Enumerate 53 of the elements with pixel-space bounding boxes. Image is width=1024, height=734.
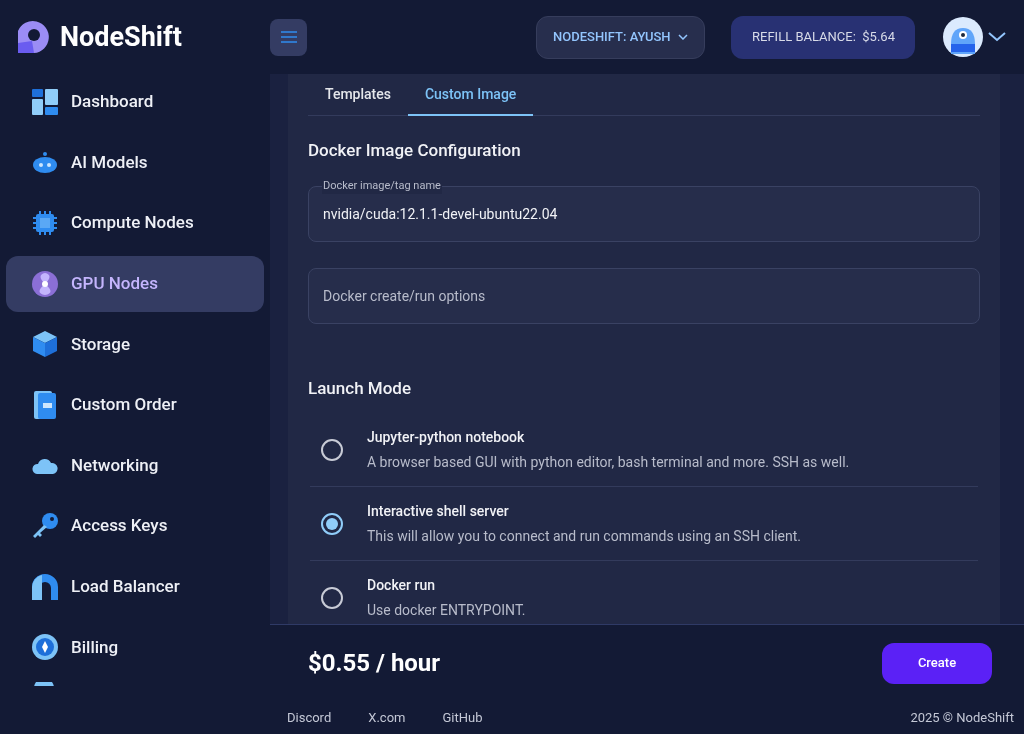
radio-option[interactable]: Docker run Use docker ENTRYPOINT. — [310, 561, 978, 624]
sidebar-item[interactable]: Access Keys — [6, 498, 264, 555]
option-title: Docker run — [367, 576, 436, 595]
sidebar-item[interactable]: Storage — [6, 316, 264, 373]
chevron-down-icon — [988, 32, 1007, 42]
coin-icon — [32, 634, 58, 661]
create-button[interactable]: Create — [882, 642, 992, 684]
cloud-icon — [32, 457, 58, 474]
avatar-icon — [942, 16, 985, 58]
brand-name: NodeShift — [60, 19, 182, 55]
sidebar-item[interactable]: Networking — [6, 437, 264, 494]
option-title: Interactive shell server — [367, 501, 510, 521]
price-per-hour: $0.55 / hour — [308, 648, 441, 679]
tab[interactable]: Templates — [308, 74, 408, 116]
cube-icon — [33, 331, 57, 358]
footer-link[interactable]: X.com — [368, 707, 406, 728]
dashboard-icon — [32, 89, 58, 115]
fan-icon — [32, 270, 58, 297]
chip-icon — [32, 210, 58, 237]
sidebar-item[interactable]: Compute Nodes — [6, 195, 264, 252]
menu-icon — [279, 30, 298, 44]
option-title: Jupyter-python notebook — [367, 427, 526, 447]
organization-dropdown[interactable]: NODESHIFT: AYUSH — [536, 15, 706, 59]
sidebar-item[interactable]: Billing — [6, 619, 264, 676]
footer-link[interactable]: GitHub — [442, 707, 483, 728]
sidebar-item[interactable]: Dashboard — [6, 74, 264, 130]
radio-button[interactable] — [321, 512, 343, 535]
robot-icon — [32, 151, 58, 174]
radio-button[interactable] — [321, 438, 343, 461]
radio-button[interactable] — [321, 587, 343, 609]
option-description: Use docker ENTRYPOINT. — [367, 601, 526, 620]
tab[interactable]: Custom Image — [407, 74, 534, 116]
sidebar-item[interactable]: Custom Order — [6, 376, 264, 433]
copyright-text: 2025 © NodeShift — [910, 708, 1014, 727]
chevron-down-icon — [678, 34, 689, 40]
sidebar-icon — [32, 681, 56, 686]
sidebar-item[interactable]: AI Models — [6, 134, 264, 191]
arch-icon — [32, 573, 58, 600]
section-title: Docker Image Configuration — [308, 139, 522, 162]
radio-option[interactable]: Interactive shell server This will allow you to connect and run commands using an SSH client. — [310, 487, 978, 561]
avatar-menu[interactable] — [942, 16, 1007, 58]
sidebar-item[interactable]: GPU Nodes — [6, 255, 264, 312]
sidebar-item[interactable]: Load Balancer — [6, 558, 264, 615]
option-description: This will allow you to connect and run commands using an SSH client. — [367, 526, 802, 546]
refill-balance-button[interactable]: REFILL BALANCE: $5.64 — [731, 15, 916, 59]
menu-button[interactable] — [270, 18, 307, 56]
document-icon — [34, 390, 56, 419]
key-icon — [32, 513, 58, 540]
options-field[interactable]: Docker create/run options — [308, 267, 980, 324]
option-description: A browser based GUI with python editor, bash terminal and more. SSH as well. — [367, 452, 850, 472]
radio-option[interactable]: Jupyter-python notebook A browser based GUI with python editor, bash terminal and more. SSH as well. — [310, 413, 978, 487]
section-title: Launch Mode — [308, 376, 412, 400]
footer-link[interactable]: Discord — [287, 707, 332, 728]
